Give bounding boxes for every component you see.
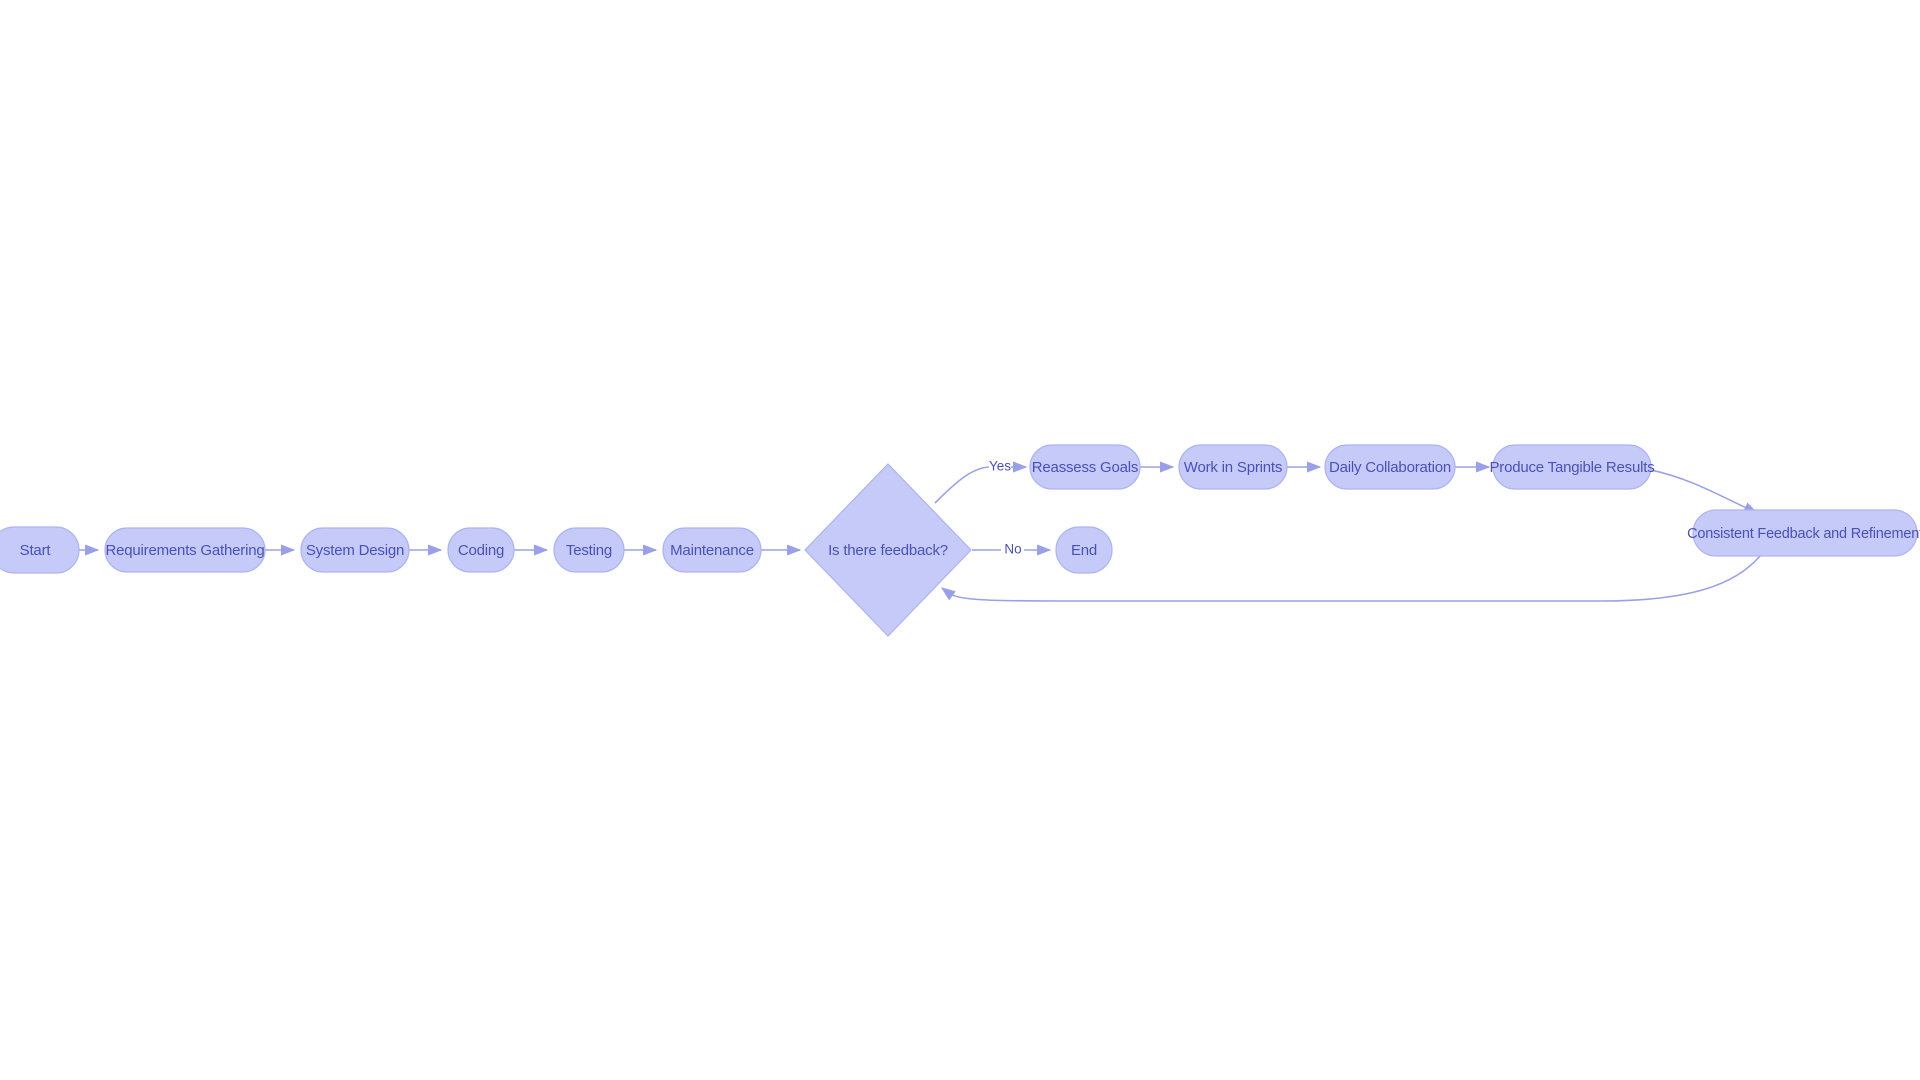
node-start[interactable]: Start <box>0 526 80 574</box>
node-end-label: End <box>1071 542 1097 559</box>
node-daily-collaboration[interactable]: Daily Collaboration <box>1324 444 1456 490</box>
node-reassess-goals-label: Reassess Goals <box>1032 459 1138 476</box>
node-daily-collaboration-label: Daily Collaboration <box>1329 459 1451 476</box>
flowchart-canvas: Yes No Start Requirements Gathering Syst… <box>0 0 1920 1080</box>
edge-label-yes: Yes <box>989 459 1011 474</box>
node-system-design-label: System Design <box>306 542 404 559</box>
node-decision-label: Is there feedback? <box>828 542 948 559</box>
node-end[interactable]: End <box>1055 526 1113 574</box>
node-maintenance-label: Maintenance <box>670 542 754 559</box>
node-requirements-gathering[interactable]: Requirements Gathering <box>104 527 266 573</box>
node-requirements-gathering-label: Requirements Gathering <box>105 542 264 559</box>
node-produce-tangible-results[interactable]: Produce Tangible Results <box>1489 444 1655 490</box>
node-coding-label: Coding <box>458 542 504 559</box>
edge-label-no: No <box>1004 542 1021 557</box>
node-coding[interactable]: Coding <box>447 527 515 573</box>
node-testing-label: Testing <box>566 542 612 559</box>
node-work-in-sprints-label: Work in Sprints <box>1184 459 1282 476</box>
node-consistent-feedback-and-refinement-label: Consistent Feedback and Refinement <box>1687 526 1920 542</box>
node-maintenance[interactable]: Maintenance <box>662 527 762 573</box>
node-testing[interactable]: Testing <box>553 527 625 573</box>
node-start-label: Start <box>20 542 52 559</box>
node-reassess-goals[interactable]: Reassess Goals <box>1029 444 1141 490</box>
node-produce-tangible-results-label: Produce Tangible Results <box>1489 459 1654 476</box>
node-work-in-sprints[interactable]: Work in Sprints <box>1178 444 1288 490</box>
node-system-design[interactable]: System Design <box>300 527 410 573</box>
node-consistent-feedback-and-refinement[interactable]: Consistent Feedback and Refinement <box>1687 509 1920 557</box>
